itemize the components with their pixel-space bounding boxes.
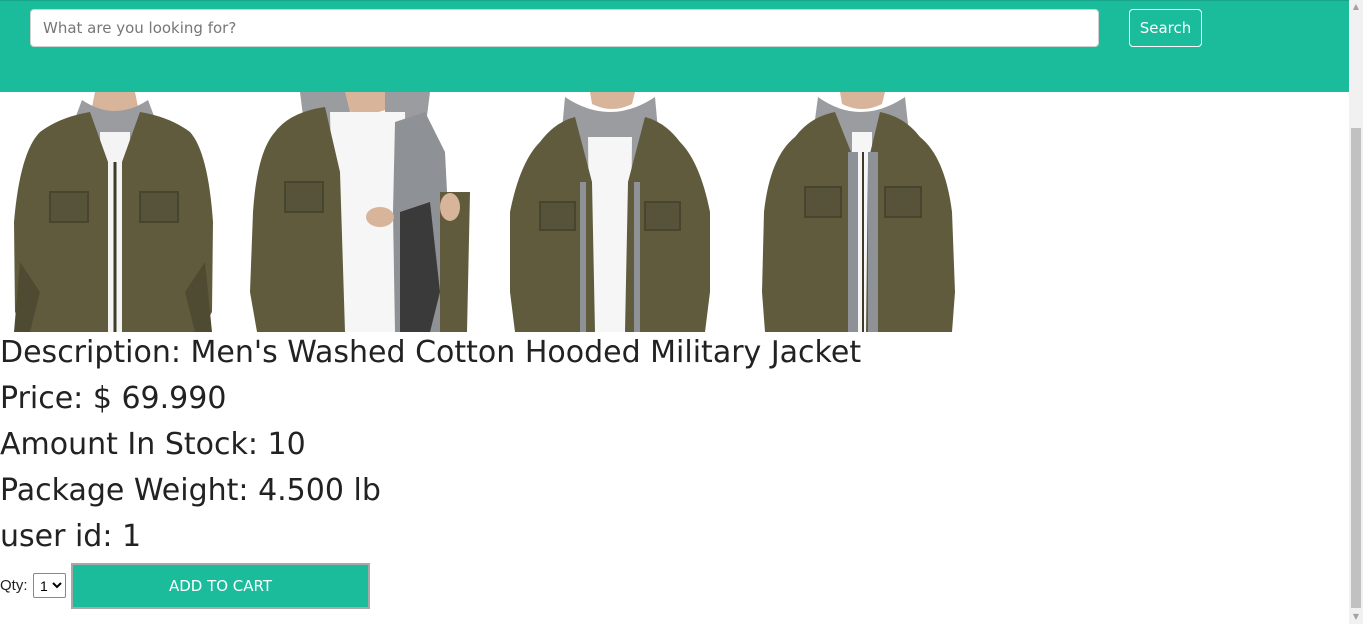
scroll-up-arrow-icon[interactable]: ▲ [1349,0,1363,14]
scrollbar-thumb[interactable] [1351,128,1361,608]
add-to-cart-button[interactable]: ADD TO CART [71,563,370,609]
jacket-zipped-icon [760,92,955,332]
price-value: $ 69.990 [92,381,227,416]
description-label: Description: [0,335,181,370]
jacket-hood-front-icon [510,92,710,332]
search-button[interactable]: Search [1129,9,1202,47]
jacket-open-lining-icon [245,92,475,332]
page-viewport: Search [0,0,1349,624]
qty-label: Qty: [0,577,28,594]
stock-label: Amount In Stock: [0,427,258,462]
user-id-line: user id: 1 [0,517,141,557]
top-navbar: Search [0,0,1349,92]
weight-label: Package Weight: [0,473,249,508]
product-image-4 [760,92,955,332]
price-label: Price: [0,381,84,416]
jacket-front-icon [0,92,225,332]
price-line: Price: $ 69.990 [0,379,226,419]
product-image-3 [510,92,710,332]
user-id-value: 1 [122,519,142,554]
user-id-label: user id: [0,519,113,554]
stock-line: Amount In Stock: 10 [0,425,306,465]
product-image-1 [0,92,225,332]
add-to-cart-row: Qty: 1 ADD TO CART [0,563,380,609]
weight-value: 4.500 lb [258,473,381,508]
qty-select[interactable]: 1 [33,573,66,598]
stock-value: 10 [267,427,306,462]
vertical-scrollbar[interactable]: ▲ ▼ [1349,0,1363,624]
description-value: Men's Washed Cotton Hooded Military Jack… [190,335,862,370]
product-image-gallery [0,92,960,332]
product-image-2 [245,92,475,332]
scroll-down-arrow-icon[interactable]: ▼ [1349,610,1363,624]
search-input[interactable] [30,9,1099,47]
description-line: Description: Men's Washed Cotton Hooded … [0,333,861,373]
weight-line: Package Weight: 4.500 lb [0,471,381,511]
